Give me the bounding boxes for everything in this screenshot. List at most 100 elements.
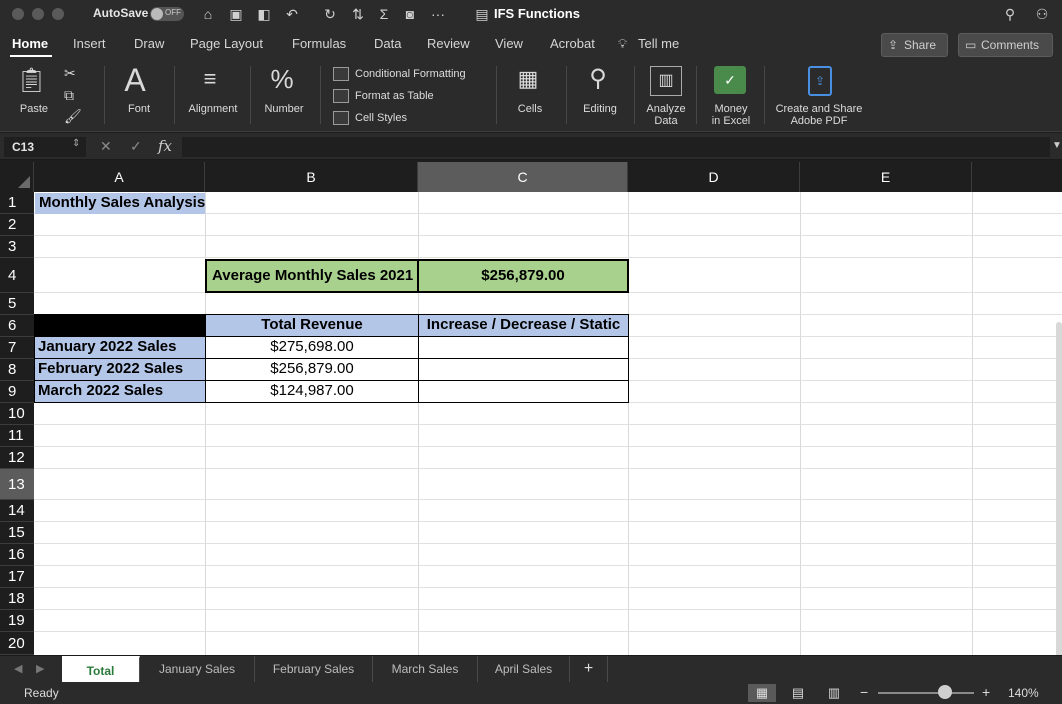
tab-data[interactable]: Data [374, 36, 401, 51]
sheet-tab-february-sales[interactable]: February Sales [255, 656, 373, 682]
paste-icon[interactable]: 📋︎ [16, 66, 46, 96]
editing-label[interactable]: Editing [576, 103, 624, 115]
tab-insert[interactable]: Insert [73, 36, 106, 51]
name-box-stepper-icon[interactable]: ⇕ [72, 138, 80, 149]
next-sheet-icon[interactable]: ▶ [36, 662, 44, 675]
autosave-toggle[interactable]: OFF [150, 7, 184, 21]
row-header-15[interactable]: 15 [0, 522, 34, 544]
money-in-excel-icon[interactable]: ✓ [714, 66, 746, 94]
row-header-10[interactable]: 10 [0, 403, 34, 425]
column-header-c[interactable]: C [418, 162, 628, 192]
cell-b8[interactable]: $256,879.00 [205, 358, 419, 381]
percent-icon[interactable]: % [262, 64, 302, 95]
cell-b9[interactable]: $124,987.00 [205, 380, 419, 403]
add-sheet-button[interactable]: + [570, 656, 608, 682]
cell-a6[interactable] [34, 314, 206, 337]
cell-c9[interactable] [418, 380, 629, 403]
format-as-table-button[interactable]: Format as Table [355, 90, 434, 102]
redo-icon[interactable]: ↻ [320, 4, 340, 24]
zoom-out-button[interactable]: − [860, 684, 868, 700]
tab-draw[interactable]: Draw [134, 36, 164, 51]
more-commands-icon[interactable]: ··· [428, 4, 448, 24]
row-header-1[interactable]: 1 [0, 192, 34, 214]
adobe-label-2[interactable]: Adobe PDF [770, 115, 868, 127]
select-all-corner[interactable] [0, 162, 34, 192]
comments-button[interactable]: ▭ Comments [958, 33, 1053, 57]
column-header-d[interactable]: D [628, 162, 800, 192]
zoom-window-icon[interactable] [52, 8, 64, 20]
tab-formulas[interactable]: Formulas [292, 36, 346, 51]
cell-styles-button[interactable]: Cell Styles [355, 112, 407, 124]
cell-c8[interactable] [418, 358, 629, 381]
alignment-label[interactable]: Alignment [182, 103, 244, 115]
row-header-3[interactable]: 3 [0, 236, 34, 258]
row-header-13[interactable]: 13 [0, 469, 34, 500]
autosum-icon[interactable]: Σ [374, 4, 394, 24]
home-icon[interactable]: ⌂ [198, 4, 218, 24]
vertical-scrollbar[interactable] [1056, 322, 1062, 655]
tab-acrobat[interactable]: Acrobat [550, 36, 595, 51]
confirm-formula-icon[interactable]: ✓ [130, 138, 142, 155]
cell-c6[interactable]: Increase / Decrease / Static [418, 314, 629, 337]
row-header-20[interactable]: 20 [0, 632, 34, 655]
font-icon[interactable]: A [118, 62, 152, 99]
sheet-tab-april-sales[interactable]: April Sales [478, 656, 570, 682]
tab-tell-me[interactable]: Tell me [638, 36, 679, 51]
zoom-in-button[interactable]: + [982, 684, 990, 700]
cells-label[interactable]: Cells [508, 103, 552, 115]
adobe-pdf-icon[interactable]: ⇪ [808, 66, 832, 96]
cells-icon[interactable]: ▦ [510, 66, 546, 92]
column-header-a[interactable]: A [34, 162, 205, 192]
copy-icon[interactable]: ⧉ [64, 87, 74, 104]
sort-icon[interactable]: ⇅ [348, 4, 368, 24]
row-header-7[interactable]: 7 [0, 337, 34, 359]
cell-b7[interactable]: $275,698.00 [205, 336, 419, 359]
row-header-16[interactable]: 16 [0, 544, 34, 566]
prev-sheet-icon[interactable]: ◀ [14, 662, 22, 675]
page-layout-view-icon[interactable]: ▤ [784, 684, 812, 702]
cell-b4[interactable]: Average Monthly Sales 2021 [205, 259, 419, 293]
cell-a8[interactable]: February 2022 Sales [34, 358, 206, 381]
cell-a1[interactable]: Monthly Sales Analysis [35, 193, 205, 214]
tab-page-layout[interactable]: Page Layout [190, 36, 263, 51]
analyze-data-label-1[interactable]: Analyze [640, 103, 692, 115]
adobe-label-1[interactable]: Create and Share [770, 103, 868, 115]
row-header-14[interactable]: 14 [0, 500, 34, 522]
editing-search-icon[interactable]: ⚲ [580, 64, 616, 93]
row-header-2[interactable]: 2 [0, 214, 34, 236]
cell-a9[interactable]: March 2022 Sales [34, 380, 206, 403]
analyze-data-icon[interactable]: ▥ [650, 66, 682, 96]
row-header-6[interactable]: 6 [0, 315, 34, 337]
close-window-icon[interactable] [12, 8, 24, 20]
column-header-e[interactable]: E [800, 162, 972, 192]
normal-view-icon[interactable]: ▦ [748, 684, 776, 702]
minimize-window-icon[interactable] [32, 8, 44, 20]
sheet-tab-march-sales[interactable]: March Sales [373, 656, 478, 682]
save-as-icon[interactable]: ◧ [254, 4, 274, 24]
undo-icon[interactable]: ↶ [282, 4, 302, 24]
page-break-view-icon[interactable]: ▥ [820, 684, 848, 702]
cut-icon[interactable]: ✂ [64, 65, 76, 82]
column-header-f[interactable]: F [972, 162, 1062, 192]
row-header-4[interactable]: 4 [0, 258, 34, 293]
tab-home[interactable]: Home [12, 36, 48, 51]
save-icon[interactable]: ▣ [226, 4, 246, 24]
cell-a7[interactable]: January 2022 Sales [34, 336, 206, 359]
expand-formula-icon[interactable]: ▼ [1052, 140, 1062, 151]
sheet-tab-total[interactable]: Total [62, 656, 140, 682]
insert-function-button[interactable]: fx [158, 137, 172, 155]
tab-review[interactable]: Review [427, 36, 470, 51]
sheet-tab-january-sales[interactable]: January Sales [140, 656, 255, 682]
font-label[interactable]: Font [116, 103, 162, 115]
number-label[interactable]: Number [258, 103, 310, 115]
share-people-icon[interactable]: ⚇ [1032, 4, 1052, 24]
format-painter-icon[interactable]: 🖌︎ [64, 108, 82, 125]
paste-label[interactable]: Paste [12, 103, 56, 115]
money-label-1[interactable]: Money [704, 103, 758, 115]
camera-icon[interactable]: ◙ [400, 4, 420, 24]
analyze-data-label-2[interactable]: Data [640, 115, 692, 127]
share-button[interactable]: ⇪ Share [881, 33, 948, 57]
row-header-18[interactable]: 18 [0, 588, 34, 610]
conditional-formatting-button[interactable]: Conditional Formatting [355, 68, 466, 80]
search-icon[interactable]: ⚲ [1000, 4, 1020, 24]
